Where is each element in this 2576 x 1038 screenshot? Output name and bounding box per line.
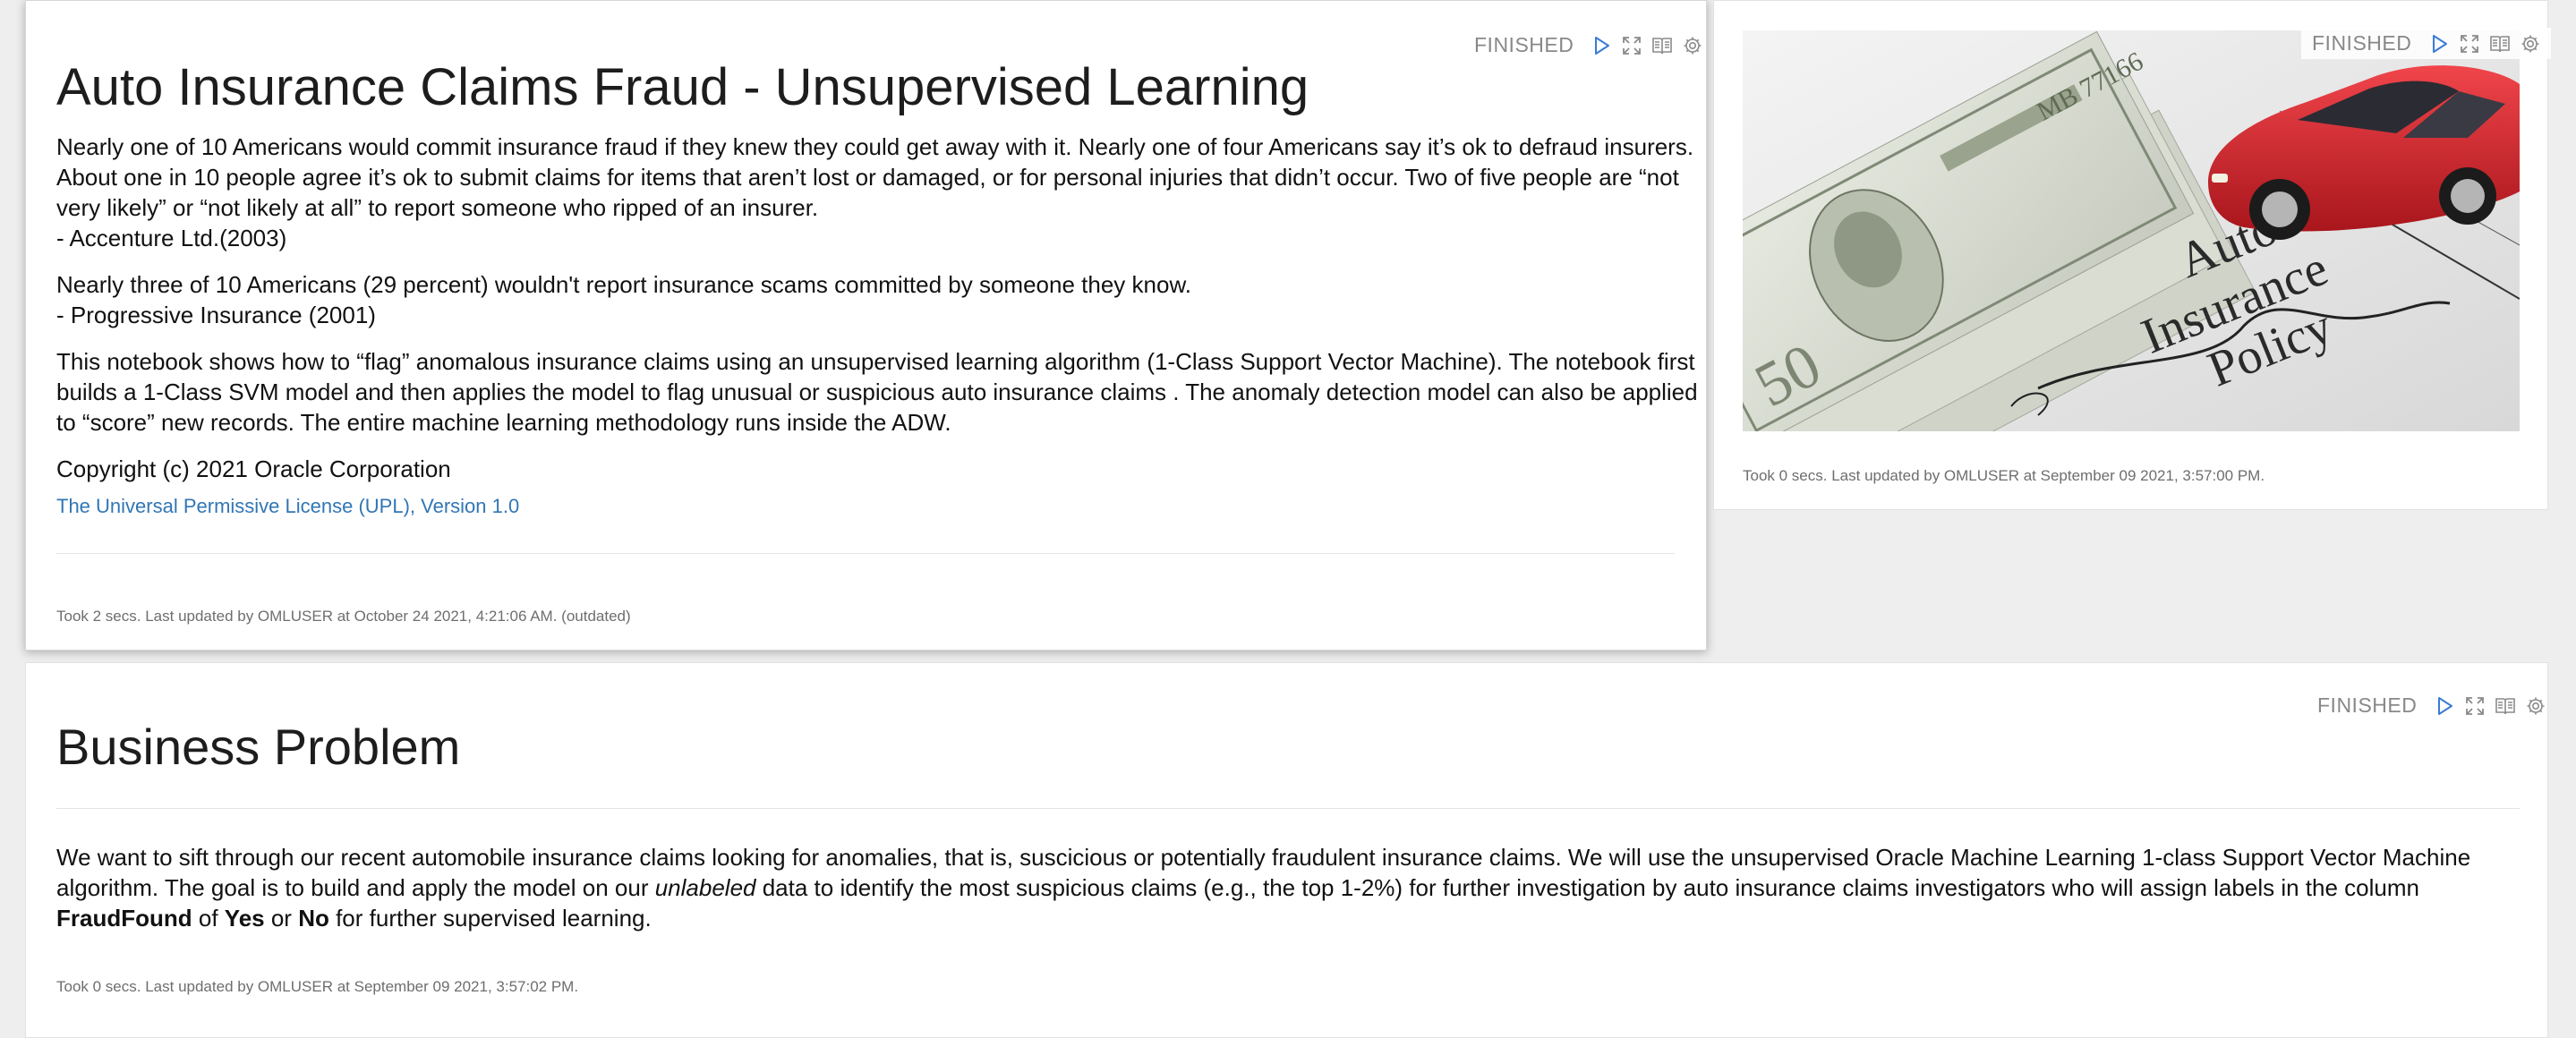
cell-footer: Took 0 secs. Last updated by OMLUSER at …	[56, 978, 579, 995]
source-progressive: - Progressive Insurance (2001)	[56, 302, 376, 328]
source-accenture: - Accenture Ltd.(2003)	[56, 225, 287, 251]
run-icon[interactable]	[1590, 34, 1613, 57]
paragraph-scams-text: Nearly three of 10 Americans (29 percent…	[56, 271, 1192, 298]
copyright-text: Copyright (c) 2021 Oracle Corporation	[56, 455, 451, 482]
label-yes: Yes	[224, 905, 265, 932]
intro-body: Nearly one of 10 Americans would commit …	[56, 132, 1699, 518]
license-link[interactable]: The Universal Permissive License (UPL), …	[56, 495, 519, 517]
page-title: Auto Insurance Claims Fraud - Unsupervis…	[56, 58, 1309, 116]
cell-controls: FINISHED	[2317, 693, 2547, 718]
cell-footer: Took 0 secs. Last updated by OMLUSER at …	[1743, 467, 2265, 484]
status-label: FINISHED	[2317, 693, 2418, 717]
column-name-fraudfound: FraudFound	[56, 905, 192, 932]
status-label: FINISHED	[1474, 33, 1574, 56]
paragraph-scams: Nearly three of 10 Americans (29 percent…	[56, 269, 1699, 330]
book-icon[interactable]	[2494, 694, 2517, 718]
paragraph-notebook: This notebook shows how to “flag” anomal…	[56, 348, 1698, 436]
expand-icon[interactable]	[2458, 32, 2481, 55]
divider	[56, 808, 2520, 809]
insurance-policy-image: 50 MB 77166 Auto Insurance Policy	[1743, 30, 2520, 431]
book-icon[interactable]	[1651, 34, 1674, 57]
label-no: No	[298, 905, 329, 932]
paragraph-stats-text: Nearly one of 10 Americans would commit …	[56, 133, 1694, 221]
expand-icon[interactable]	[2463, 694, 2486, 718]
section-title: Business Problem	[56, 719, 461, 775]
emphasis-unlabeled: unlabeled	[654, 874, 756, 901]
run-icon[interactable]	[2433, 694, 2456, 718]
paragraph-cell-image[interactable]: 50 MB 77166 Auto Insurance Policy FINISH…	[1713, 0, 2552, 510]
run-icon[interactable]	[2427, 32, 2451, 55]
gear-icon[interactable]	[2519, 32, 2542, 55]
cell-controls: FINISHED	[1474, 33, 1704, 57]
gear-icon[interactable]	[1681, 34, 1704, 57]
book-icon[interactable]	[2488, 32, 2512, 55]
paragraph-cell-business-problem[interactable]: FINISHED Business Problem We want to sif…	[25, 662, 2548, 1038]
cell-controls: FINISHED	[2301, 28, 2552, 59]
paragraph-stats: Nearly one of 10 Americans would commit …	[56, 132, 1699, 253]
text-part: data to identify the most suspicious cla…	[755, 874, 2419, 901]
business-problem-text: We want to sift through our recent autom…	[56, 842, 2527, 933]
expand-icon[interactable]	[1620, 34, 1643, 57]
text-part: of	[192, 905, 225, 932]
divider	[56, 553, 1675, 554]
text-part: for further supervised learning.	[328, 905, 652, 932]
paragraph-cell-intro[interactable]: FINISHED Auto Insurance Claims Fraud - U…	[25, 0, 1707, 651]
gear-icon[interactable]	[2524, 694, 2547, 718]
cell-footer: Took 2 secs. Last updated by OMLUSER at …	[56, 608, 631, 625]
text-part: or	[264, 905, 299, 932]
status-label: FINISHED	[2312, 31, 2412, 55]
